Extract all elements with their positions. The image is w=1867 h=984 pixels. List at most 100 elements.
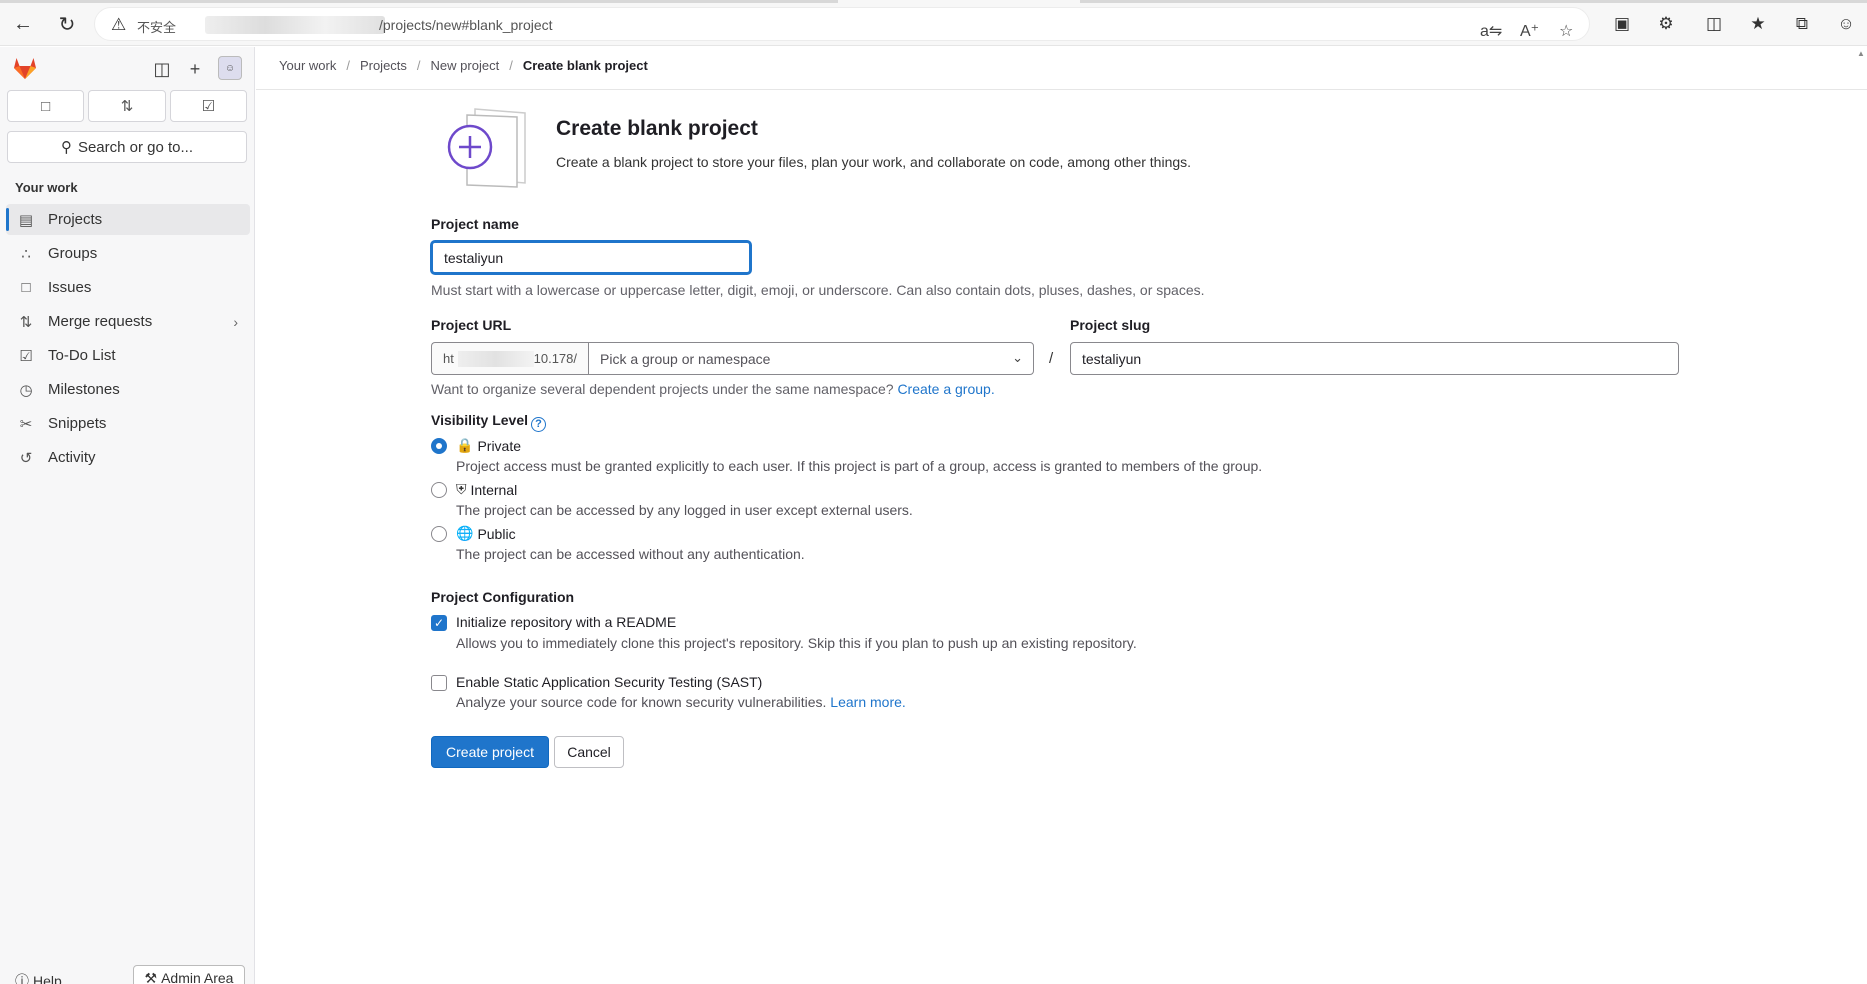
extensions-puzzle-icon[interactable]: ⚙ — [1654, 12, 1678, 36]
create-group-link[interactable]: Create a group. — [897, 381, 994, 397]
url-slug-separator: / — [1049, 350, 1054, 367]
question-circle-icon[interactable]: ? — [531, 416, 547, 432]
sidebar-item-label: Snippets — [48, 415, 107, 432]
visibility-level-text: Visibility Level — [431, 412, 529, 428]
shield-icon: ⛨ — [456, 481, 467, 497]
milestone-icon: ◷ — [19, 381, 33, 399]
user-counts: □ ⇅ ☑ — [7, 90, 247, 122]
breadcrumb-current[interactable]: Create blank project — [523, 58, 648, 73]
visibility-internal-desc: The project can be accessed by any logge… — [456, 502, 913, 518]
issues-icon: □ — [21, 279, 31, 296]
reload-icon[interactable]: ↻ — [54, 11, 80, 37]
visibility-internal-label[interactable]: ⛨ Internal — [456, 481, 517, 498]
sast-checkbox[interactable] — [431, 675, 447, 691]
blurred-host — [457, 350, 534, 367]
read-aloud-icon[interactable]: A⁺ — [1520, 21, 1539, 41]
help-button[interactable]: ⓘ Help — [15, 971, 62, 984]
project-name-label: Project name — [431, 216, 519, 232]
visibility-public-label[interactable]: 🌐 Public — [456, 525, 516, 542]
visibility-level-label: Visibility Level? — [431, 412, 547, 432]
profile-icon[interactable]: ☺ — [1834, 12, 1858, 36]
sidebar-item-label: Activity — [48, 449, 96, 466]
url-path: /projects/new#blank_project — [379, 17, 553, 33]
url-prefix-start: ht — [443, 351, 454, 366]
favorite-star-icon[interactable]: ☆ — [1559, 21, 1573, 41]
admin-icon: ⚒ — [144, 969, 158, 984]
tab-strip — [0, 0, 1867, 4]
visibility-public-radio[interactable] — [431, 526, 447, 542]
address-bar[interactable]: ⚠ 不安全 /projects/new#blank_project a⇋ A⁺ … — [94, 7, 1590, 41]
admin-area-button[interactable]: ⚒ Admin Area — [133, 965, 245, 984]
snippet-icon: ✂ — [19, 415, 33, 433]
sidebar-item-activity[interactable]: ↺ Activity — [6, 442, 250, 473]
breadcrumb-separator: / — [416, 58, 421, 73]
create-project-button[interactable]: Create project — [431, 736, 549, 768]
favorites-icon[interactable]: ★ — [1746, 12, 1770, 36]
new-item-plus-icon[interactable]: + — [183, 57, 207, 81]
admin-label: Admin Area — [161, 970, 234, 984]
sidebar-item-groups[interactable]: ∴ Groups — [6, 238, 250, 269]
visibility-internal-radio[interactable] — [431, 482, 447, 498]
visibility-private-radio[interactable] — [431, 438, 447, 454]
visibility-option-label: Public — [477, 525, 516, 542]
group-icon: ∴ — [21, 245, 31, 263]
warning-icon: ⚠ — [111, 15, 127, 34]
breadcrumb-projects[interactable]: Projects — [360, 58, 407, 73]
project-name-input[interactable]: testaliyun — [431, 241, 751, 274]
split-screen-icon[interactable]: ◫ — [1702, 12, 1726, 36]
globe-icon: 🌐 — [456, 525, 474, 541]
visibility-option-label: Internal — [470, 481, 518, 498]
browser-toolbar: ← ↻ ⚠ 不安全 /projects/new#blank_project a⇋… — [0, 0, 1867, 46]
page-intro: Create a blank project to store your fil… — [556, 154, 1192, 170]
merge-requests-count-icon[interactable]: ⇅ — [88, 90, 166, 122]
sidebar-item-merge-requests[interactable]: ⇅ Merge requests › — [6, 306, 250, 337]
project-name-help: Must start with a lowercase or uppercase… — [431, 282, 1205, 298]
visibility-public-desc: The project can be accessed without any … — [456, 546, 805, 562]
sidebar-item-milestones[interactable]: ◷ Milestones — [6, 374, 250, 405]
gitlab-logo-icon[interactable] — [12, 55, 38, 81]
lock-icon: 🔒 — [456, 437, 474, 453]
sidebar-item-label: Merge requests — [48, 313, 153, 330]
breadcrumb-separator: / — [346, 58, 350, 73]
blurred-host — [205, 16, 385, 34]
avatar[interactable]: ☺ — [218, 56, 242, 80]
visibility-private-desc: Project access must be granted explicitl… — [456, 458, 1263, 474]
chevron-down-icon: ⌄ — [1012, 350, 1023, 365]
translate-icon[interactable]: a⇋ — [1480, 21, 1502, 41]
extension-icon[interactable]: ▣ — [1610, 12, 1634, 36]
namespace-placeholder: Pick a group or namespace — [600, 350, 771, 367]
namespace-help-text: Want to organize several dependent proje… — [431, 381, 894, 397]
sidebar-item-label: Projects — [48, 211, 103, 228]
sidebar-section-title: Your work — [15, 180, 78, 195]
sidebar-nav: ▤ Projects ∴ Groups □ Issues ⇅ Merge req… — [6, 204, 250, 476]
search-button[interactable]: ⚲ Search or go to... — [7, 131, 247, 163]
issues-count-icon[interactable]: □ — [7, 90, 85, 122]
sidebar-item-label: Milestones — [48, 381, 120, 398]
sidebar-item-projects[interactable]: ▤ Projects — [6, 204, 250, 235]
visibility-private-label[interactable]: 🔒 Private — [456, 437, 521, 454]
readme-checkbox[interactable]: ✓ — [431, 615, 447, 631]
collections-icon[interactable]: ⧉ — [1790, 12, 1814, 36]
todo-icon: ☑ — [19, 347, 33, 365]
sidebar-item-snippets[interactable]: ✂ Snippets — [6, 408, 250, 439]
tab-2[interactable] — [1080, 0, 1867, 3]
readme-desc: Allows you to immediately clone this pro… — [456, 635, 1137, 651]
sidebar-item-todo-list[interactable]: ☑ To-Do List — [6, 340, 250, 371]
project-slug-input[interactable]: testaliyun — [1070, 342, 1679, 375]
sast-label[interactable]: Enable Static Application Security Testi… — [456, 674, 762, 690]
page-title: Create blank project — [556, 117, 758, 140]
sidebar-item-issues[interactable]: □ Issues — [6, 272, 250, 303]
scroll-up-arrow-icon[interactable]: ▲ — [1857, 49, 1865, 58]
breadcrumb-new-project[interactable]: New project — [431, 58, 500, 73]
tab-1[interactable] — [0, 0, 838, 3]
namespace-select[interactable]: Pick a group or namespace ⌄ — [588, 342, 1034, 375]
cancel-button[interactable]: Cancel — [554, 736, 624, 768]
sidebar-toggle-icon[interactable]: ◫ — [150, 57, 174, 81]
todos-count-icon[interactable]: ☑ — [169, 90, 247, 122]
back-icon[interactable]: ← — [10, 11, 36, 37]
chevron-right-icon[interactable]: › — [233, 314, 238, 330]
readme-label[interactable]: Initialize repository with a README — [456, 614, 676, 630]
breadcrumb: Your work / Projects / New project / Cre… — [279, 58, 648, 73]
learn-more-link[interactable]: Learn more. — [830, 694, 905, 710]
breadcrumb-your-work[interactable]: Your work — [279, 58, 336, 73]
